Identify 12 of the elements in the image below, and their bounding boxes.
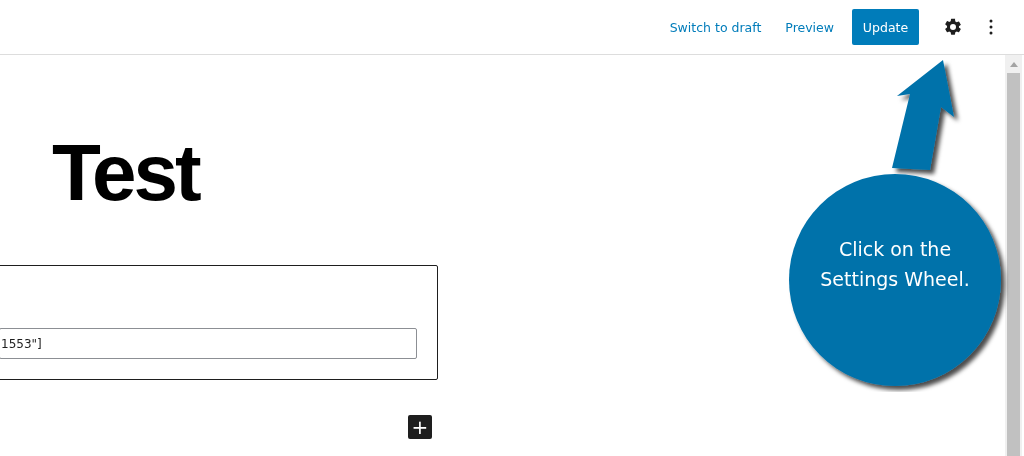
- callout-text: Click on the Settings Wheel.: [819, 237, 971, 292]
- header-link[interactable]: Switch to draft: [669, 19, 762, 35]
- update-button[interactable]: Update: [852, 9, 919, 45]
- post-title[interactable]: Test: [52, 133, 1005, 213]
- settings-icon[interactable]: [943, 17, 963, 37]
- scrollbar[interactable]: [1005, 55, 1022, 456]
- scroll-thumb[interactable]: [1007, 73, 1020, 456]
- scroll-up-icon[interactable]: [1009, 62, 1018, 67]
- add-block-button[interactable]: +: [408, 415, 432, 439]
- header-link[interactable]: Preview: [785, 19, 834, 35]
- more-options-icon[interactable]: [989, 19, 993, 35]
- shortcode-field[interactable]: 1553"]: [0, 328, 417, 359]
